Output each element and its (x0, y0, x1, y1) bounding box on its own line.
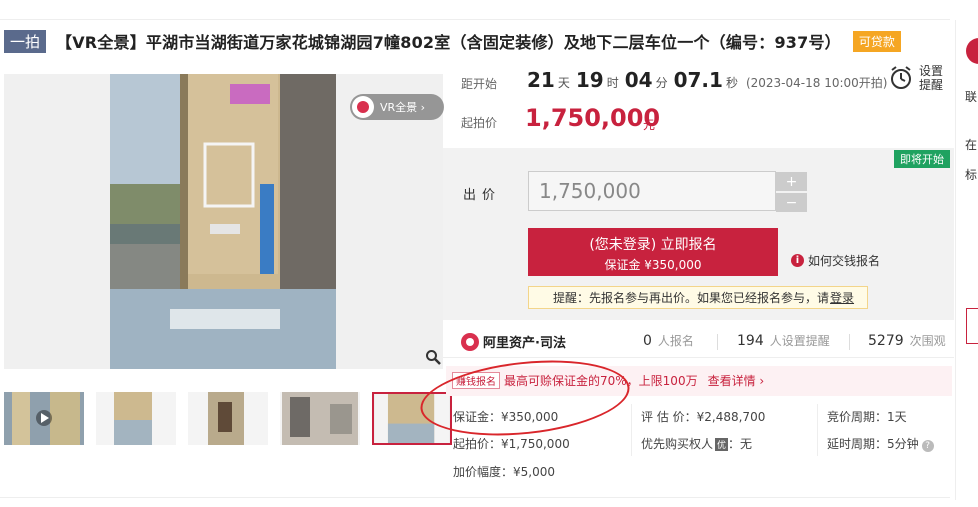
auction-round-tag: 一拍 (4, 29, 47, 53)
cycle-info: 竞价周期：1天 (827, 410, 907, 424)
priority-icon: 优 (715, 438, 729, 451)
signup-button[interactable]: (您未登录) 立即报名 保证金 ¥350,000 (528, 228, 778, 276)
thumbnail[interactable] (188, 392, 268, 445)
minutes-value: 04 (624, 68, 653, 92)
stats-row: 阿里资产·司法 0 人报名 194 人设置提醒 5279 次围观 (443, 326, 954, 358)
court-logo-icon (966, 38, 978, 64)
listing-title: 【VR全景】平湖市当湖街道万家花城锦湖园7幢802室（含固定装修）及地下二层车位… (56, 33, 841, 52)
auction-info: 距开始 21 天 19 时 04 分 07.1 秒 (2023-04-18 10… (443, 58, 954, 148)
thumbnail[interactable] (4, 392, 84, 445)
zoom-icon[interactable] (425, 349, 441, 365)
days-unit: 天 (557, 76, 570, 90)
how-to-pay-label: 如何交钱报名 (808, 254, 881, 268)
reminder-count: 194 人设置提醒 (737, 333, 830, 349)
status-badge: 即将开始 (894, 150, 950, 168)
start-time: (2023-04-18 10:00开拍) (745, 76, 888, 90)
promo-text: 最高可赊保证金的70%，上限100万 (504, 374, 698, 388)
deposit-info: 保证金：¥350,000 (453, 410, 559, 424)
set-reminder-label: 设置提醒 (919, 64, 944, 92)
tip-text: 提醒：先报名参与再出价。如果您已经报名参与，请 (553, 291, 830, 305)
ali-assets-logo-icon (461, 332, 479, 351)
countdown-timer: 21 天 19 时 04 分 07.1 秒 (2023-04-18 10:00开… (527, 68, 887, 92)
side-text-1: 联 (965, 90, 978, 104)
delay-info: 延时周期：5分钟? (827, 435, 934, 452)
bid-stepper: + − (776, 172, 808, 212)
signup-deposit-label: 保证金 ¥350,000 (604, 258, 702, 272)
side-text-3: 标 (965, 168, 978, 182)
promo-banner: 赚钱报名 最高可赊保证金的70%，上限100万 查看详情 › (452, 372, 764, 389)
brand-name: 阿里资产·司法 (483, 336, 566, 351)
promo-details-link[interactable]: 查看详情 › (708, 372, 765, 389)
bid-amount-input[interactable]: 1,750,000 (528, 171, 776, 211)
login-link[interactable]: 登录 (830, 289, 854, 306)
thumbnail-active[interactable] (372, 392, 452, 445)
thumbnail[interactable] (96, 392, 176, 445)
signup-button-label: (您未登录) 立即报名 (589, 237, 717, 253)
signup-count: 0 人报名 (643, 333, 694, 349)
starting-price-value: 1,750,000 (525, 104, 661, 132)
thumbnail-strip (4, 392, 464, 445)
info-icon: i (791, 254, 804, 267)
decrease-bid-button[interactable]: − (776, 193, 807, 212)
bottom-divider (0, 497, 950, 498)
vr-label: VR全景 › (380, 101, 426, 114)
view-count: 5279 次围观 (868, 333, 946, 349)
priority-info: 优先购买权人优：无 (641, 437, 753, 451)
alarm-clock-icon (891, 66, 911, 89)
seconds-unit: 秒 (725, 76, 738, 90)
bid-panel: 即将开始 出价 1,750,000 + − (您未登录) 立即报名 保证金 ¥3… (443, 148, 954, 320)
vr-logo-icon (352, 96, 374, 118)
title-row: 一拍 【VR全景】平湖市当湖街道万家花城锦湖园7幢802室（含固定装修）及地下二… (0, 28, 901, 54)
promo-tag: 赚钱报名 (452, 372, 500, 389)
help-icon[interactable]: ? (921, 440, 934, 452)
side-panel: 联 在 标 (955, 20, 978, 500)
starting-price-label: 起拍价 (461, 116, 498, 130)
days-value: 21 (527, 68, 555, 92)
countdown-label: 距开始 (461, 77, 498, 91)
minutes-unit: 分 (655, 76, 668, 90)
side-button[interactable] (966, 308, 978, 344)
seconds-value: 07.1 (673, 68, 723, 92)
how-to-pay-link[interactable]: i 如何交钱报名 (791, 252, 880, 269)
start-price-info: 起拍价：¥1,750,000 (453, 437, 570, 451)
brand[interactable]: 阿里资产·司法 (461, 332, 566, 351)
balcony-photo (110, 74, 336, 369)
login-tip: 提醒：先报名参与再出价。如果您已经报名参与，请 登录 (528, 286, 868, 309)
increase-bid-button[interactable]: + (776, 172, 807, 191)
hours-value: 19 (575, 68, 604, 92)
hours-unit: 时 (606, 76, 619, 90)
bid-label: 出价 (463, 188, 502, 203)
starting-price-unit: 元 (643, 118, 656, 132)
loan-badge[interactable]: 可贷款 (852, 30, 901, 52)
auction-page: 一拍 【VR全景】平湖市当湖街道万家花城锦湖园7幢802室（含固定装修）及地下二… (0, 0, 978, 507)
thumbnail[interactable] (280, 392, 360, 445)
appraisal-info: 评 估 价：¥2,488,700 (641, 410, 766, 424)
increment-info: 加价幅度：¥5,000 (453, 465, 555, 479)
side-text-2: 在 (965, 138, 978, 152)
vr-panorama-button[interactable]: VR全景 › (350, 94, 444, 120)
set-reminder-button[interactable]: 设置提醒 (889, 64, 947, 92)
top-divider (0, 19, 950, 20)
